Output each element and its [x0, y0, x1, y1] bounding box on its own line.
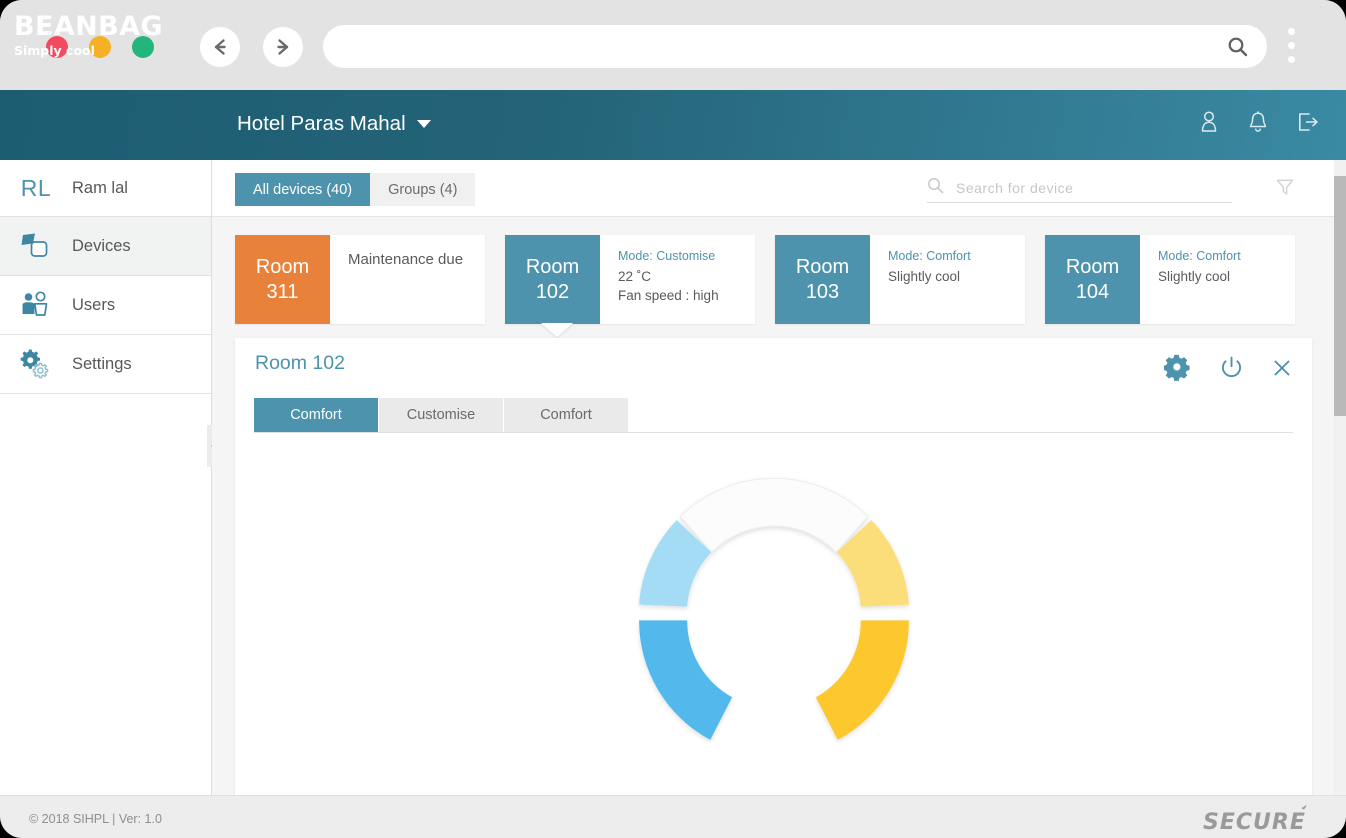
device-card[interactable]: Room 311 Maintenance due: [235, 235, 485, 324]
device-card-body: Mode: Comfort Slightly cool: [1140, 235, 1295, 324]
sidebar-item-users[interactable]: Users: [0, 276, 211, 335]
device-card-badge: Room 102: [505, 235, 600, 324]
chevron-down-icon: [416, 120, 431, 128]
device-status: Slightly cool: [888, 269, 961, 284]
settings-gears-icon: [0, 348, 72, 380]
arrow-right-icon: [277, 39, 289, 55]
device-card[interactable]: Room 104 Mode: Comfort Slightly cool: [1045, 235, 1295, 324]
device-mode: Mode: Comfort: [1158, 249, 1241, 263]
kebab-dot: [1288, 28, 1295, 35]
tab-comfort[interactable]: Comfort: [254, 398, 379, 432]
device-room-label: Room: [1065, 255, 1120, 278]
device-card-badge: Room 311: [235, 235, 330, 324]
forward-button[interactable]: [263, 27, 303, 67]
device-mode: Mode: Comfort: [888, 249, 971, 263]
close-icon[interactable]: [1272, 358, 1292, 383]
device-status: Maintenance due: [348, 251, 464, 268]
sidebar-item-label: Users: [72, 295, 116, 314]
kebab-dot: [1288, 56, 1295, 63]
browser-menu-button[interactable]: [1288, 28, 1295, 63]
content-scrollbar-thumb[interactable]: [1334, 176, 1346, 416]
tab-groups[interactable]: Groups (4): [370, 173, 476, 206]
device-card-body: Mode: Customise 22 ˚C Fan speed : high: [600, 235, 755, 324]
brand-logo: BEANBAG Simply cool: [14, 11, 163, 58]
sidebar-user[interactable]: RL Ram lal: [0, 160, 211, 217]
secure-wordmark-icon: SECURE: [1203, 804, 1307, 834]
dial-segment-deep-yellow[interactable]: [815, 620, 909, 740]
dial-segment-empty-top[interactable]: [679, 477, 868, 553]
url-search-icon[interactable]: [1226, 35, 1250, 64]
bell-icon[interactable]: [1247, 110, 1269, 139]
sidebar-user-name: Ram lal: [72, 178, 128, 197]
tab-comfort-2[interactable]: Comfort: [504, 398, 629, 432]
tab-all-devices[interactable]: All devices (40): [235, 173, 371, 206]
sidebar-item-devices[interactable]: Devices: [0, 217, 211, 276]
app-footer: © 2018 SIHPL | Ver: 1.0 SECURE: [0, 795, 1346, 838]
device-mode: Mode: Customise: [618, 249, 716, 263]
temperature-dial[interactable]: [235, 448, 1312, 778]
property-name: Hotel Paras Mahal: [237, 112, 406, 135]
selected-card-pointer: [541, 323, 573, 337]
device-temperature: 22 ˚C: [618, 269, 652, 284]
device-room-label: Room: [525, 255, 580, 278]
browser-window: BEANBAG Simply cool Hotel Paras Mahal RL…: [0, 0, 1346, 838]
search-input[interactable]: [956, 180, 1206, 196]
device-room-number: 102: [535, 280, 570, 303]
device-card-body: Mode: Comfort Slightly cool: [870, 235, 1025, 324]
search-box: [927, 174, 1232, 203]
secure-logo: SECURE: [1201, 804, 1316, 834]
search-icon: [927, 177, 944, 199]
device-room-number: 311: [266, 280, 299, 303]
tabs-divider: [254, 432, 1293, 433]
dial-segments: [638, 477, 909, 740]
device-card-badge: Room 104: [1045, 235, 1140, 324]
sidebar-item-settings[interactable]: Settings: [0, 335, 211, 394]
sidebar-item-label: Settings: [72, 354, 132, 373]
device-card[interactable]: Room 103 Mode: Comfort Slightly cool: [775, 235, 1025, 324]
app-header: [0, 90, 1346, 160]
page-title: Room 102: [255, 352, 345, 374]
sidebar: RL Ram lal Devices Users Settings: [0, 160, 212, 795]
tab-customise[interactable]: Customise: [379, 398, 504, 432]
device-status: Slightly cool: [1158, 269, 1231, 284]
device-card[interactable]: Room 102 Mode: Customise 22 ˚C Fan speed…: [505, 235, 755, 337]
device-detail-panel: Room 102 Comfort Customise Comfort: [235, 338, 1312, 808]
filter-funnel-icon[interactable]: [1275, 177, 1295, 202]
brand-tagline: Simply cool: [14, 43, 95, 58]
secure-logo-text: SECURE: [1203, 810, 1306, 834]
device-room-label: Room: [795, 255, 850, 278]
detail-mode-tabs: Comfort Customise Comfort: [254, 398, 629, 432]
devices-icon: [0, 231, 72, 261]
property-selector[interactable]: Hotel Paras Mahal: [237, 112, 431, 136]
device-room-number: 103: [805, 280, 840, 303]
device-card-list: Room 311 Maintenance due Room 102 Mode: …: [212, 217, 1334, 337]
device-card-badge: Room 103: [775, 235, 870, 324]
main-content: All devices (40) Groups (4) Search for d…: [212, 160, 1334, 808]
settings-gear-icon[interactable]: [1163, 354, 1191, 386]
temperature-dial-svg: [638, 477, 909, 740]
power-icon[interactable]: [1219, 355, 1244, 385]
url-bar[interactable]: [323, 25, 1267, 68]
arrow-left-icon: [214, 39, 226, 55]
devices-toolbar: All devices (40) Groups (4): [212, 160, 1334, 217]
sidebar-item-label: Devices: [72, 236, 131, 255]
copyright-text: © 2018 SIHPL | Ver: 1.0: [29, 812, 162, 826]
back-button[interactable]: [200, 27, 240, 67]
device-view-tabs: All devices (40) Groups (4): [235, 173, 476, 206]
user-icon[interactable]: [1198, 110, 1220, 139]
dial-segment-deep-blue[interactable]: [638, 620, 732, 740]
device-card-body: Maintenance due: [330, 235, 485, 324]
device-fan-speed: Fan speed : high: [618, 288, 719, 303]
kebab-dot: [1288, 42, 1295, 49]
avatar: RL: [20, 174, 52, 201]
users-icon: [0, 290, 72, 320]
browser-chrome: [0, 0, 1346, 90]
header-actions: [1198, 110, 1320, 139]
content-scrollbar[interactable]: [1334, 160, 1346, 795]
brand-name: BEANBAG: [14, 11, 163, 42]
device-room-label: Room: [255, 255, 310, 278]
detail-panel-actions: [1163, 354, 1292, 386]
logout-icon[interactable]: [1296, 110, 1320, 139]
device-room-number: 104: [1075, 280, 1110, 303]
